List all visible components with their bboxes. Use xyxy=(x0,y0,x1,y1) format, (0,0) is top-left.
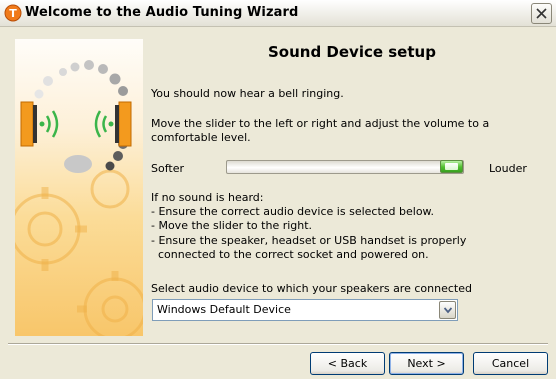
instruction-slider-line2: comfortable level. xyxy=(151,131,251,144)
volume-slider-thumb[interactable] xyxy=(440,160,463,173)
close-icon xyxy=(536,8,547,19)
troubleshoot-item: connected to the correct socket and powe… xyxy=(151,248,429,261)
chevron-down-icon xyxy=(444,307,452,314)
troubleshoot-item: - Ensure the speaker, headset or USB han… xyxy=(151,234,467,247)
instruction-bell: You should now hear a bell ringing. xyxy=(151,87,344,100)
volume-slider-track[interactable] xyxy=(226,160,464,174)
close-button[interactable] xyxy=(531,3,552,24)
wizard-side-graphic xyxy=(15,39,143,336)
troubleshoot-title: If no sound is heard: xyxy=(151,191,264,204)
next-button[interactable]: Next > xyxy=(389,352,464,375)
device-select-label: Select audio device to which your speake… xyxy=(151,282,472,295)
audio-device-select[interactable]: Windows Default Device xyxy=(152,299,458,321)
wizard-window: T Welcome to the Audio Tuning Wizard Sou… xyxy=(0,0,556,379)
page-title: Sound Device setup xyxy=(268,43,436,61)
back-button[interactable]: < Back xyxy=(310,352,385,375)
title-bar[interactable]: T Welcome to the Audio Tuning Wizard xyxy=(0,0,556,27)
slider-softer-label: Softer xyxy=(151,162,184,175)
window-title: Welcome to the Audio Tuning Wizard xyxy=(25,5,299,20)
headset-illustration-icon xyxy=(15,60,143,336)
troubleshoot-item: - Move the slider to the right. xyxy=(151,219,313,232)
troubleshoot-item: - Ensure the correct audio device is sel… xyxy=(151,205,435,218)
app-logo-icon: T xyxy=(4,4,22,22)
svg-text:T: T xyxy=(9,7,17,20)
slider-louder-label: Louder xyxy=(489,162,527,175)
instruction-slider-line1: Move the slider to the left or right and… xyxy=(151,117,490,130)
footer-divider xyxy=(8,343,548,345)
dropdown-button[interactable] xyxy=(439,301,456,319)
audio-device-value: Windows Default Device xyxy=(157,303,291,316)
cancel-button[interactable]: Cancel xyxy=(473,352,548,375)
